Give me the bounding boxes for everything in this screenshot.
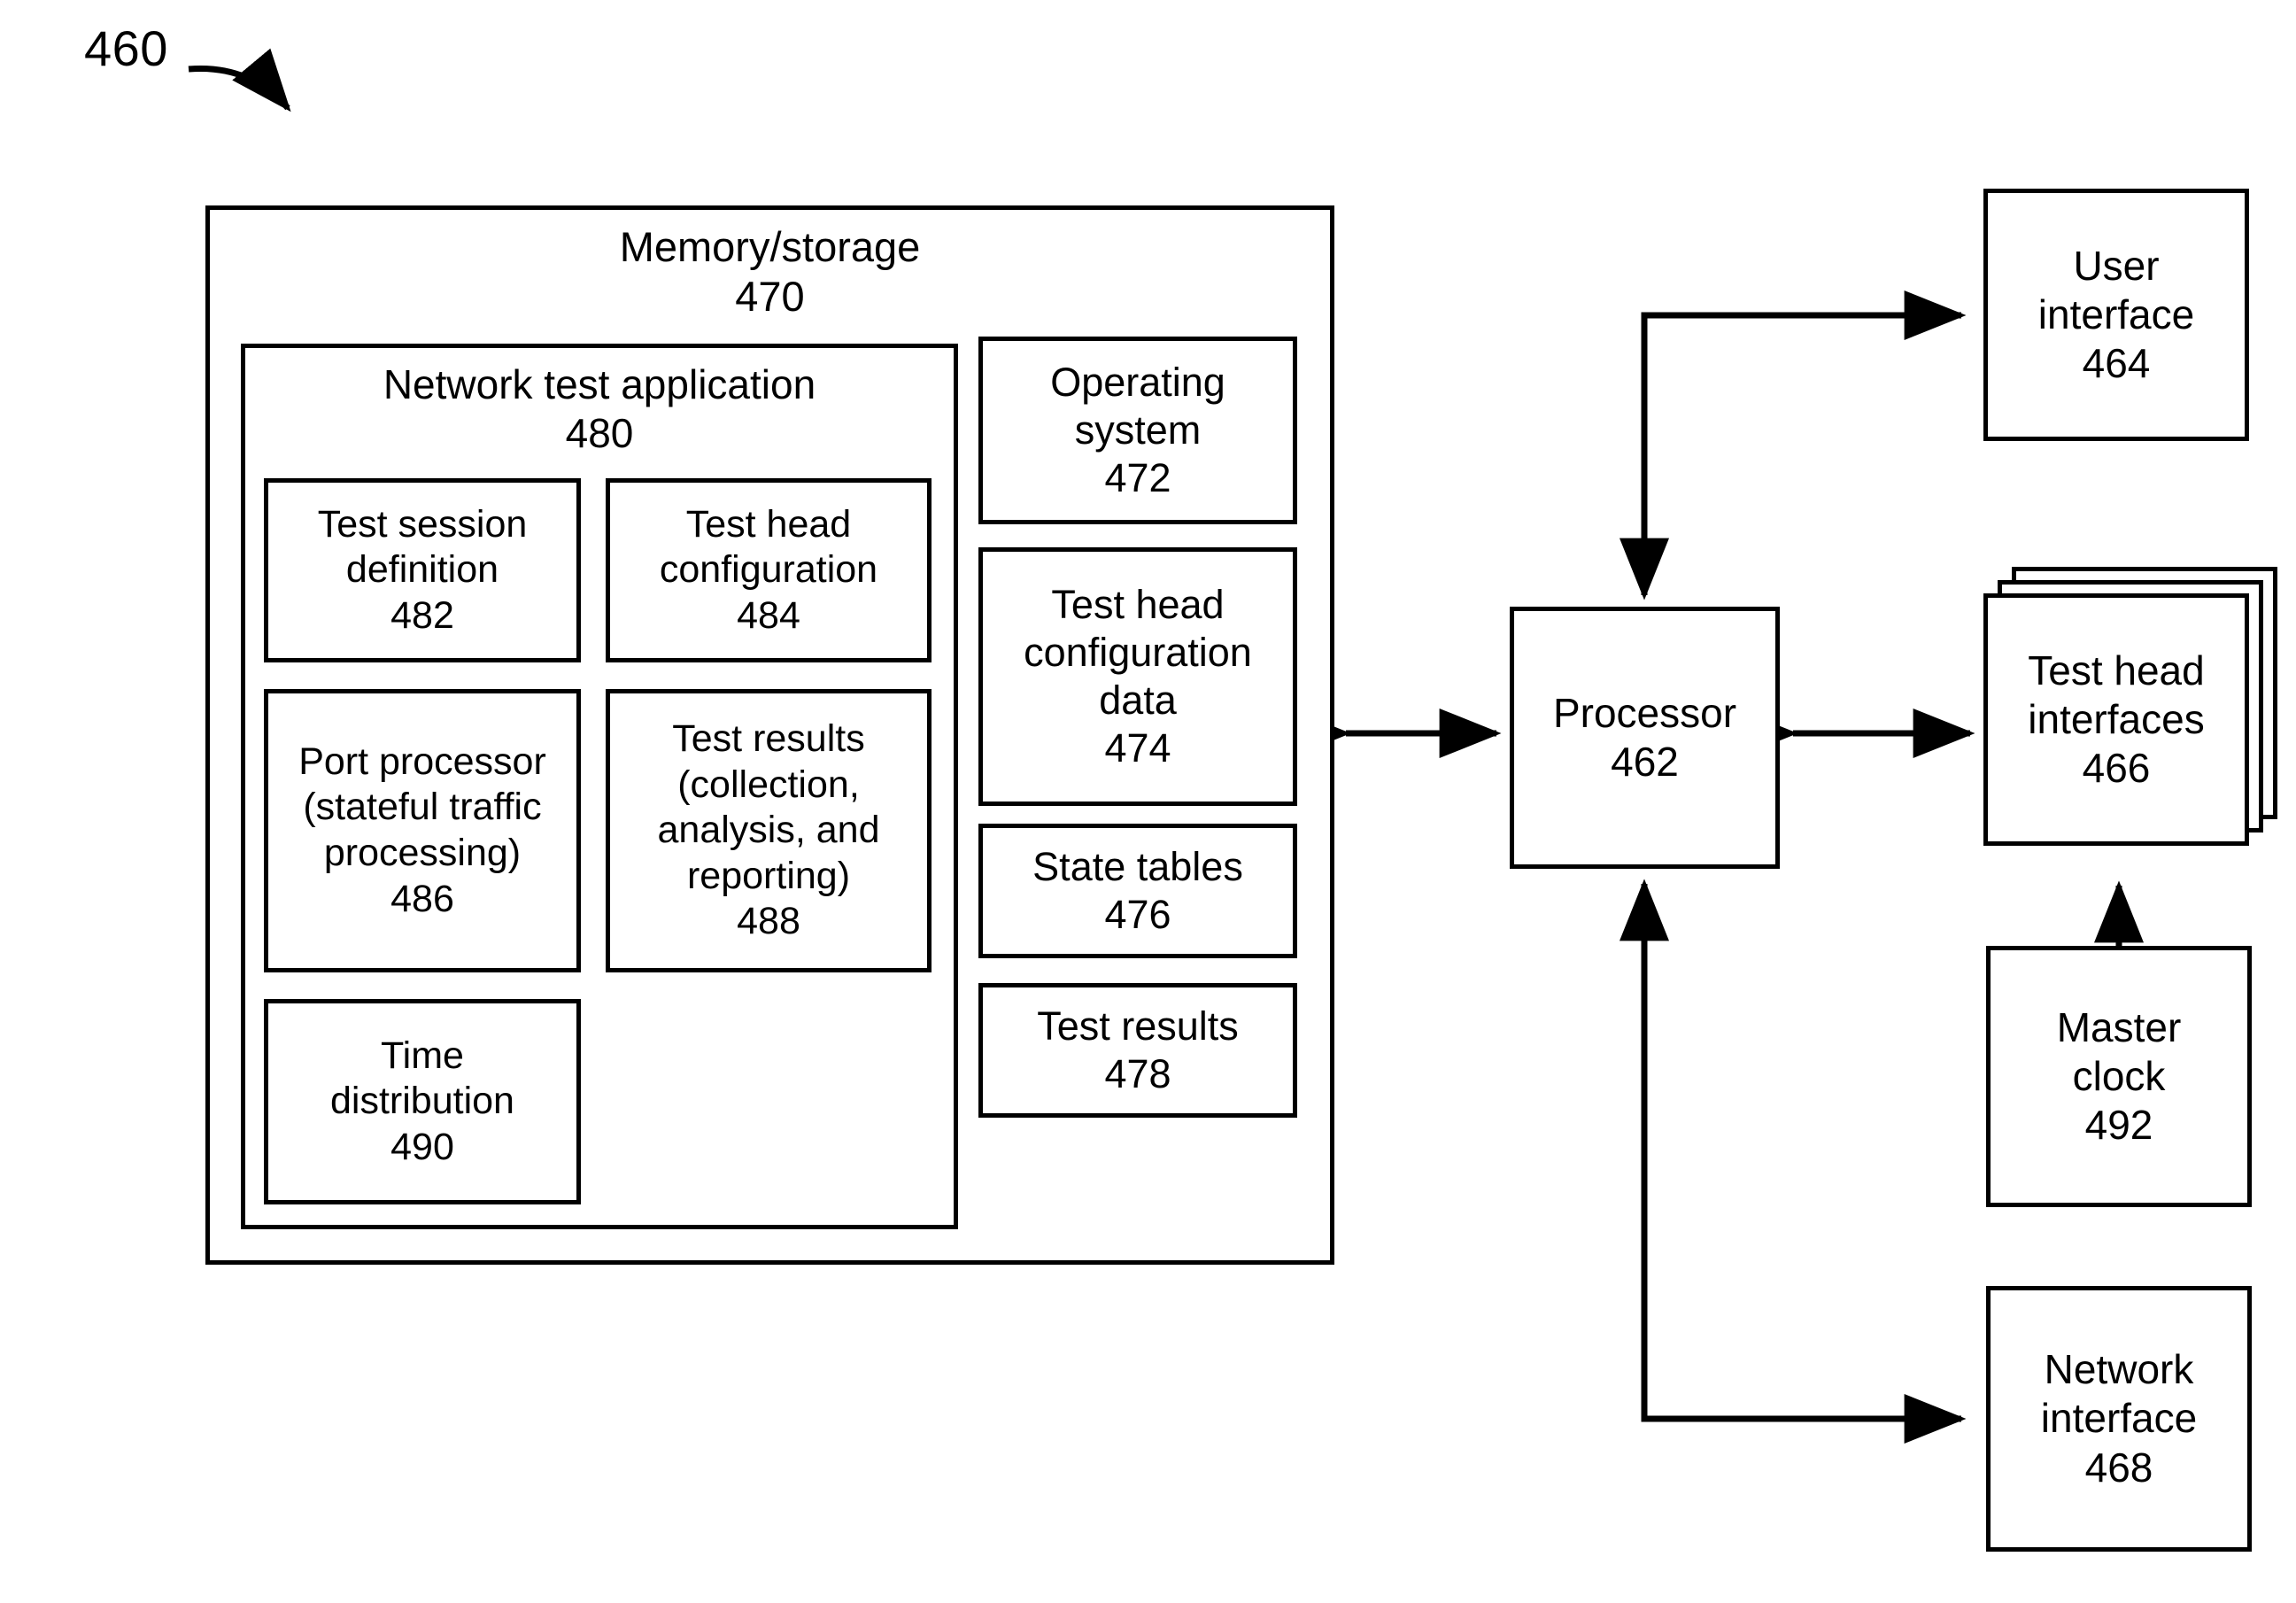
memory-block-label: State tables 476 <box>1032 844 1243 937</box>
memory-block-label: Test head configuration data 474 <box>1024 582 1252 771</box>
arrow-processor-user-interface <box>1641 290 1967 595</box>
memory-block-label: Operating system 472 <box>1050 360 1225 500</box>
peripheral-label: Network interface 468 <box>2040 1346 2198 1491</box>
module-port-processor: Port processor (stateful traffic process… <box>264 689 581 972</box>
peripheral-master-clock: Master clock 492 <box>1986 946 2252 1207</box>
peripheral-label: Test head interfaces 466 <box>2028 647 2205 792</box>
module-label: Test session definition 482 <box>317 502 528 637</box>
peripheral-test-head-interfaces: Test head interfaces 466 <box>1983 593 2249 846</box>
module-label: Time distribution 490 <box>330 1034 514 1168</box>
figure-canvas: 460 Memory/storage 470 Network test appli… <box>0 0 2296 1603</box>
peripheral-network-interface: Network interface 468 <box>1986 1286 2252 1552</box>
module-label: Test results (collection, analysis, and … <box>657 717 880 943</box>
module-test-results: Test results (collection, analysis, and … <box>606 689 932 972</box>
peripheral-label: Master clock 492 <box>2056 1003 2182 1149</box>
processor-label: Processor 462 <box>1552 689 1737 785</box>
module-time-distribution: Time distribution 490 <box>264 999 581 1204</box>
peripheral-label: User interface 464 <box>2037 242 2195 387</box>
module-label: Test head configuration 484 <box>659 502 878 637</box>
peripheral-user-interface: User interface 464 <box>1983 189 2249 441</box>
memory-block-operating-system: Operating system 472 <box>978 337 1297 524</box>
memory-storage-label: Memory/storage 470 <box>619 223 921 321</box>
figure-lead-arrow <box>188 48 291 112</box>
memory-block-state-tables: State tables 476 <box>978 824 1297 958</box>
module-test-session-definition: Test session definition 482 <box>264 478 581 662</box>
memory-block-label: Test results 478 <box>1037 1003 1239 1096</box>
figure-reference-number: 460 <box>84 20 168 76</box>
network-test-application-label: Network test application 480 <box>383 361 816 457</box>
arrow-network-interface-processor <box>1620 879 1961 1422</box>
module-test-head-configuration: Test head configuration 484 <box>606 478 932 662</box>
memory-block-test-results: Test results 478 <box>978 983 1297 1118</box>
module-label: Port processor (stateful traffic process… <box>298 740 546 920</box>
memory-block-test-head-configuration-data: Test head configuration data 474 <box>978 547 1297 806</box>
processor-box: Processor 462 <box>1510 607 1780 869</box>
